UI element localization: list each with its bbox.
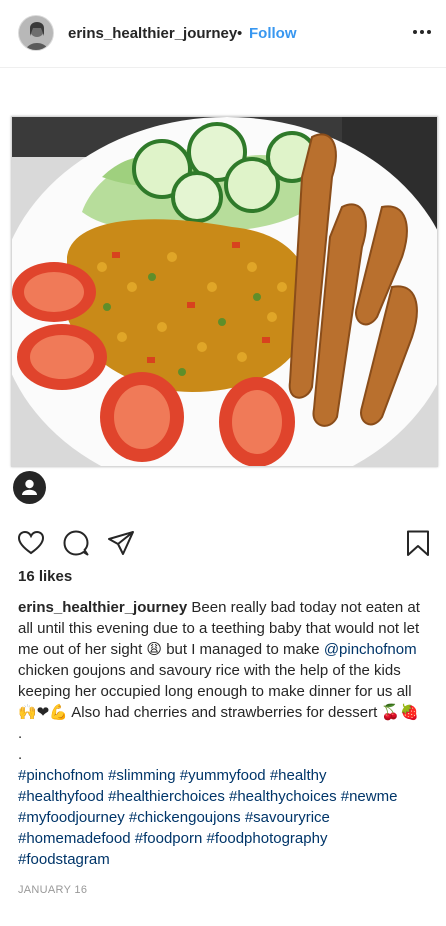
separator-dot: •: [237, 25, 243, 42]
caption-dot-2: .: [18, 746, 23, 763]
hashtag[interactable]: #newme: [341, 788, 398, 805]
share-icon[interactable]: [107, 529, 135, 557]
post-date[interactable]: JANUARY 16: [18, 884, 87, 896]
hashtag[interactable]: #foodporn: [135, 830, 203, 847]
hashtag[interactable]: #healthyfood: [18, 788, 104, 805]
more-horizontal-icon[interactable]: [410, 22, 434, 42]
caption-username[interactable]: erins_healthier_journey: [18, 599, 187, 616]
hashtag-list: #pinchofnom #slimming #yummyfood #health…: [18, 765, 430, 870]
hashtag[interactable]: #homemadefood: [18, 830, 131, 847]
avatar[interactable]: [18, 15, 54, 51]
caption-text-2: chicken goujons and savoury rice with th…: [18, 662, 419, 721]
action-bar: [0, 525, 446, 561]
avatar-image: [19, 16, 53, 50]
comment-icon[interactable]: [62, 529, 90, 557]
caption-mention[interactable]: @pinchofnom: [324, 641, 417, 658]
hashtag[interactable]: #foodstagram: [18, 851, 110, 868]
post-photo[interactable]: [11, 116, 438, 467]
hashtag[interactable]: #savouryrice: [245, 809, 330, 826]
heart-icon[interactable]: [17, 529, 45, 557]
likes-count[interactable]: 16 likes: [18, 568, 72, 585]
post-username[interactable]: erins_healthier_journey: [68, 25, 237, 42]
hashtag[interactable]: #healthierchoices: [108, 788, 225, 805]
tagged-user-button[interactable]: [13, 471, 46, 504]
hashtag[interactable]: #healthychoices: [229, 788, 337, 805]
hashtag[interactable]: #foodphotography: [207, 830, 328, 847]
hashtag[interactable]: #slimming: [108, 767, 176, 784]
caption-dot-1: .: [18, 725, 23, 742]
post-header: erins_healthier_journey • Follow: [0, 0, 446, 68]
user-tag-icon: [22, 479, 37, 495]
post-caption: erins_healthier_journey Been really bad …: [18, 597, 430, 870]
caption-body: erins_healthier_journey Been really bad …: [18, 597, 430, 723]
hashtag[interactable]: #myfoodjourney: [18, 809, 125, 826]
food-photo-illustration: [12, 117, 437, 466]
bookmark-icon[interactable]: [404, 529, 432, 557]
hashtag[interactable]: #healthy: [270, 767, 327, 784]
instagram-post: erins_healthier_journey • Follow 16 like…: [0, 0, 446, 926]
hashtag[interactable]: #pinchofnom: [18, 767, 104, 784]
hashtag[interactable]: #yummyfood: [180, 767, 266, 784]
hashtag[interactable]: #chickengoujons: [129, 809, 241, 826]
follow-button[interactable]: Follow: [249, 25, 297, 42]
